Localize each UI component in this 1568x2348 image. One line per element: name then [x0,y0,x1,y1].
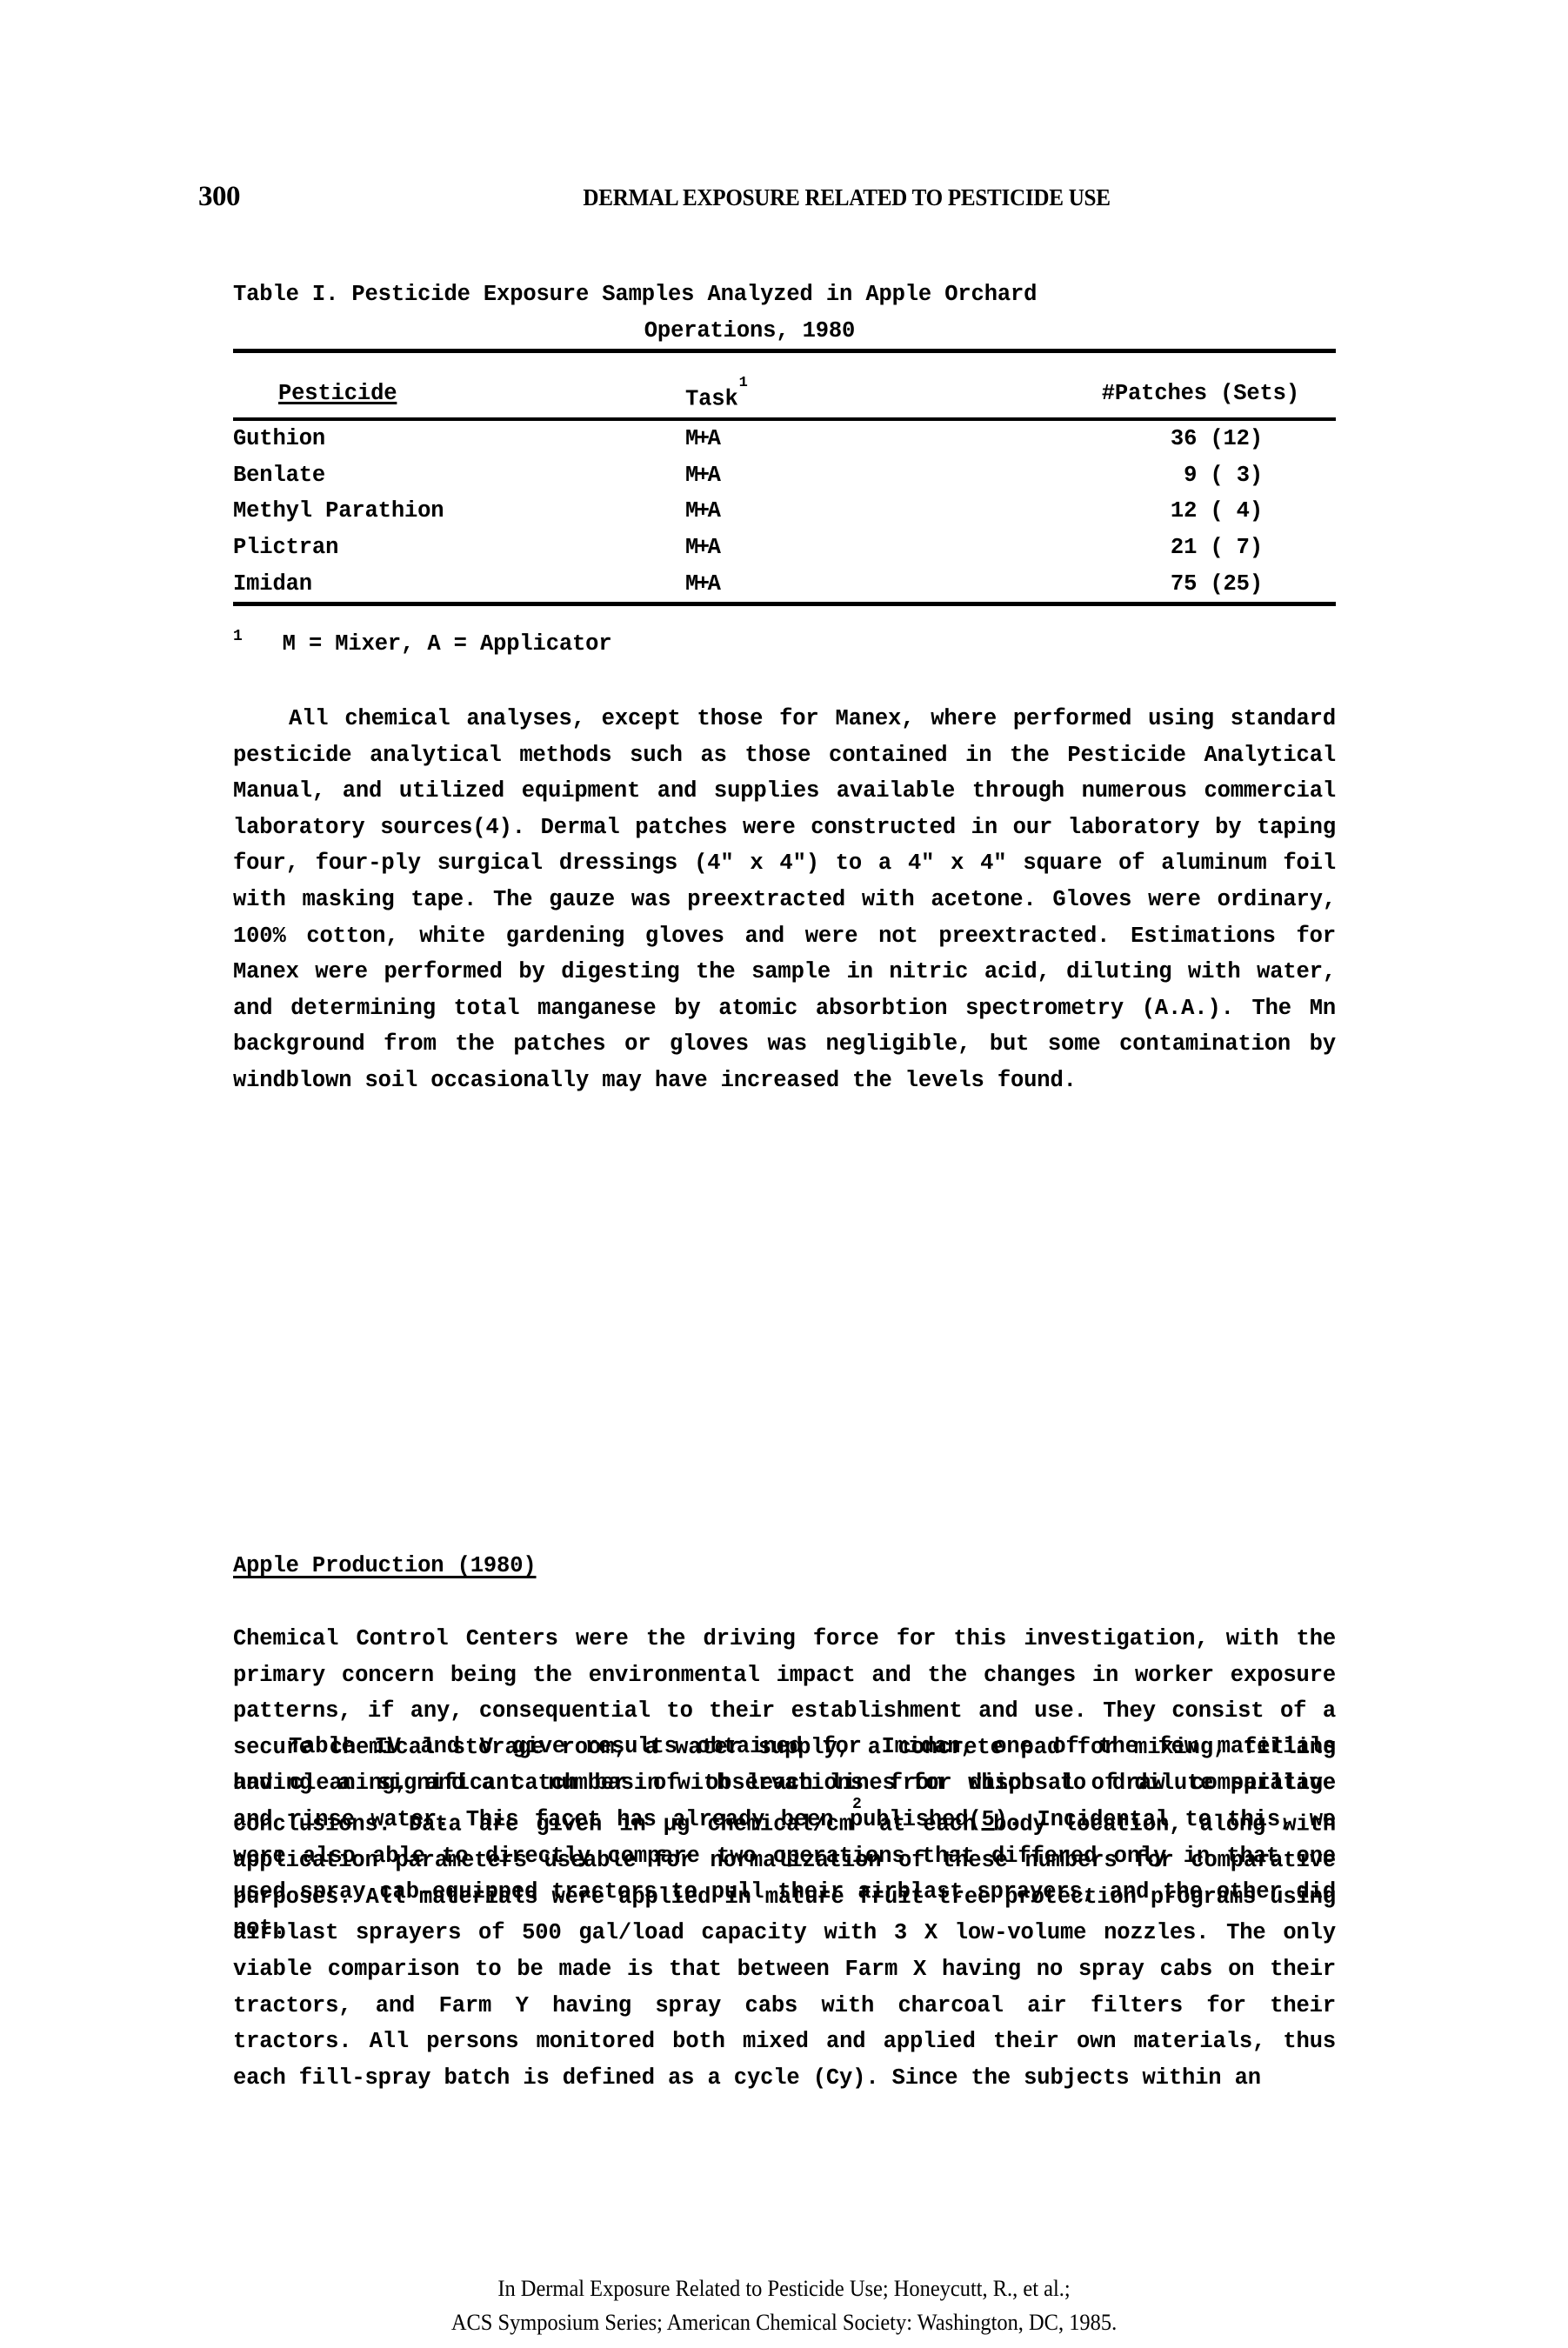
running-title: DERMAL EXPOSURE RELATED TO PESTICIDE USE [583,184,1111,210]
cell-pesticide: Methyl Parathion [233,498,444,524]
table-caption-line-1: Table I. Pesticide Exposure Samples Anal… [233,282,1038,307]
task-footnote-marker: 1 [738,375,748,392]
table-footnote: 1 M = Mixer, A = Applicator [233,619,1336,663]
section-heading-apple-production: Apple Production (1980) [233,1548,1336,1584]
table-row: Benlate M+A 9 ( 3) [233,457,1336,494]
table-row: Guthion M+A 36 (12) [233,421,1336,457]
cell-task: M+A [685,498,721,524]
footnote-marker: 1 [233,628,243,645]
cell-pesticide: Plictran [233,535,339,561]
table-one: Table I. Pesticide Exposure Samples Anal… [233,277,1336,607]
paragraph-methods: All chemical analyses, except those for … [233,701,1336,1099]
running-head: 300 DERMAL EXPOSURE RELATED TO PESTICIDE… [0,179,1568,219]
cell-task: M+A [685,535,721,561]
footer-line-1: In Dermal Exposure Related to Pesticide … [497,2276,1071,2301]
document-page: 300 DERMAL EXPOSURE RELATED TO PESTICIDE… [0,0,1568,2348]
cell-pesticide: Guthion [233,426,326,452]
table-header-row: Pesticide Task1 #Patches (Sets) [233,353,1336,417]
cell-task: M+A [685,570,721,597]
section-heading-text: Apple Production (1980) [233,1553,537,1578]
cell-task: M+A [685,462,721,488]
table-caption: Table I. Pesticide Exposure Samples Anal… [233,277,1336,349]
table-row: Plictran M+A 21 ( 7) [233,530,1336,566]
column-header-pesticide: Pesticide [278,381,397,407]
column-header-patches: #Patches (Sets) [1101,381,1299,407]
cell-patches: 36 (12) [1170,426,1263,452]
paragraph-tables-part-2: at each body location, along with applic… [233,1811,1336,2091]
table-row: Imidan M+A 75 (25) [233,566,1336,603]
cell-patches: 21 ( 7) [1170,535,1263,561]
column-header-task: Task [685,386,738,412]
table-row: Methyl Parathion M+A 12 ( 4) [233,493,1336,530]
footer-line-2: ACS Symposium Series; American Chemical … [450,2310,1118,2335]
cell-pesticide: Benlate [233,462,326,488]
page-footer: In Dermal Exposure Related to Pesticide … [47,2271,1521,2339]
paragraph-methods-text: All chemical analyses, except those for … [233,706,1336,1093]
superscript-two: 2 [852,1796,862,1814]
cell-patches: 9 ( 3) [1184,462,1263,488]
cell-task: M+A [685,426,721,452]
footnote-text: M = Mixer, A = Applicator [282,631,612,657]
cell-pesticide: Imidan [233,570,312,597]
paragraph-tables-iv-v: Table IV and V give results obtained for… [233,1729,1336,2096]
table-bottom-rule [233,602,1336,607]
table-caption-line-2: Operations, 1980 [644,317,856,344]
cell-patches: 75 (25) [1170,570,1263,597]
cell-patches: 12 ( 4) [1170,498,1263,524]
